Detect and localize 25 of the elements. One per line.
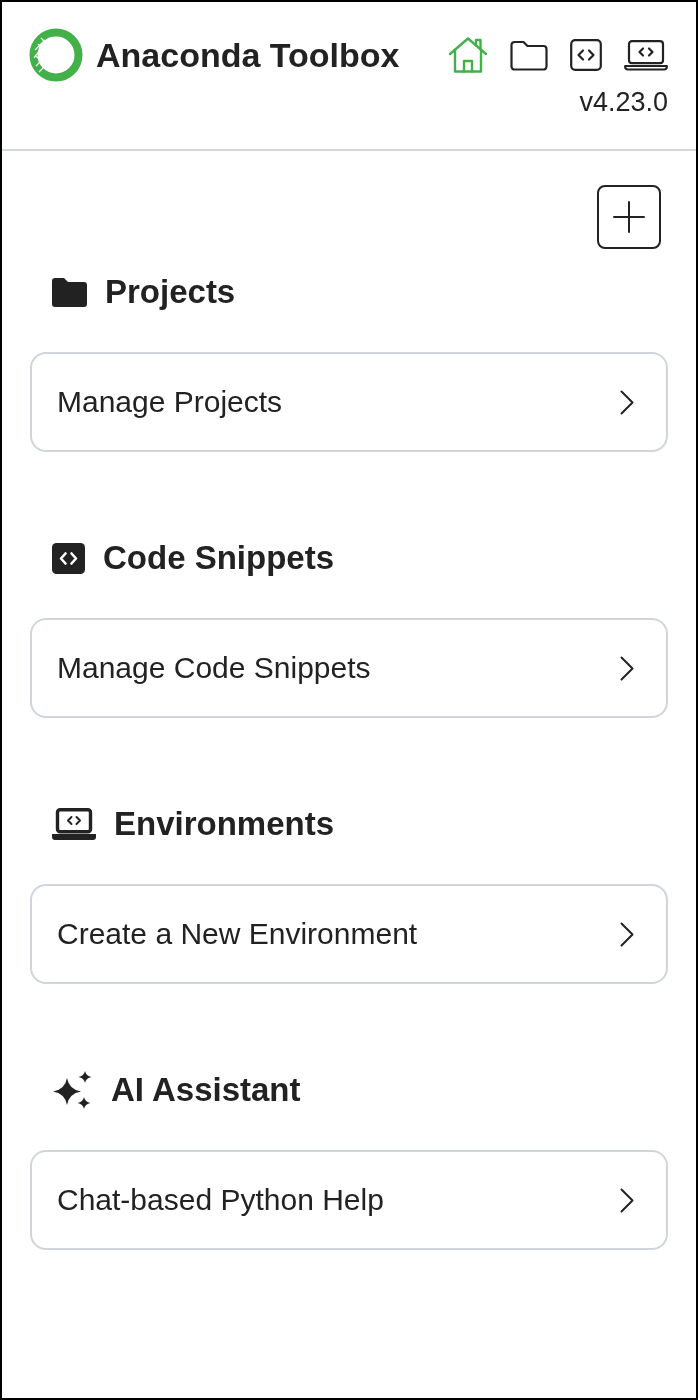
chevron-right-icon xyxy=(620,655,634,681)
section-heading: Projects xyxy=(105,272,236,312)
laptop-icon xyxy=(52,808,96,840)
version-label: v4.23.0 xyxy=(578,86,668,118)
chevron-right-icon xyxy=(620,921,634,947)
code-icon[interactable] xyxy=(570,39,602,71)
chevron-right-icon xyxy=(620,389,634,415)
add-button[interactable] xyxy=(597,185,661,249)
chevron-right-icon xyxy=(620,1187,634,1213)
section-heading: Environments xyxy=(114,804,335,844)
logo-icon xyxy=(29,28,83,82)
home-icon[interactable] xyxy=(448,36,488,74)
plus-icon xyxy=(613,201,645,233)
code-icon xyxy=(52,542,85,574)
folder-icon xyxy=(52,277,87,307)
action-card[interactable]: Manage Code Snippets xyxy=(30,618,668,718)
app-title: Anaconda Toolbox xyxy=(96,35,400,75)
section-heading: Code Snippets xyxy=(103,538,335,578)
folder-icon[interactable] xyxy=(510,39,548,71)
action-card[interactable]: Create a New Environment xyxy=(30,884,668,984)
sparkles-icon xyxy=(52,1071,93,1109)
section-heading: AI Assistant xyxy=(111,1070,301,1110)
action-card[interactable]: Manage Projects xyxy=(30,352,668,452)
laptop-icon[interactable] xyxy=(624,39,668,71)
action-card[interactable]: Chat-based Python Help xyxy=(30,1150,668,1250)
